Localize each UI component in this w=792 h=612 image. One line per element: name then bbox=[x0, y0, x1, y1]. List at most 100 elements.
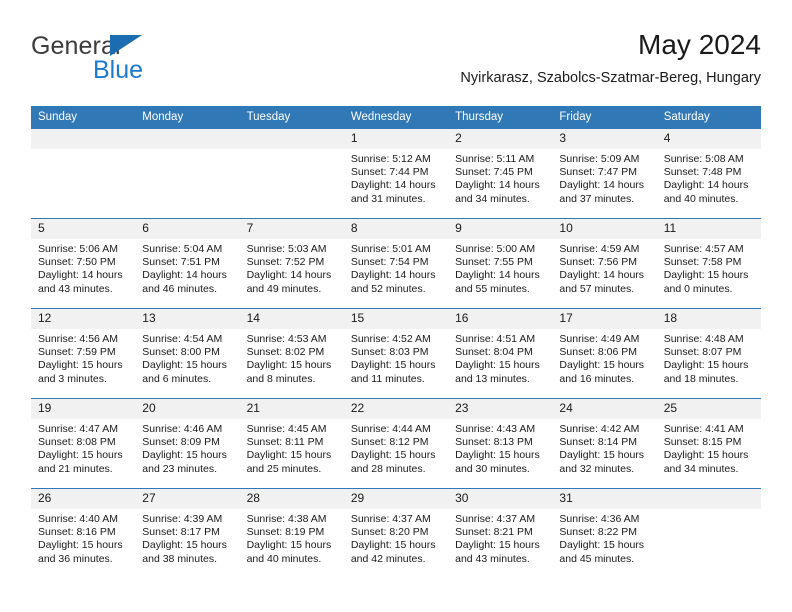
calendar-day-cell[interactable]: 23 Sunrise: 4:43 AM Sunset: 8:13 PM Dayligh… bbox=[448, 399, 553, 488]
daylight-text-line1: Daylight: 15 hours bbox=[663, 269, 749, 282]
sunrise-text: Sunrise: 4:45 AM bbox=[246, 423, 327, 435]
calendar-day-cell[interactable]: 19 Sunrise: 4:47 AM Sunset: 8:08 PM Dayligh… bbox=[31, 399, 136, 488]
sunset-text: Sunset: 8:08 PM bbox=[38, 436, 116, 449]
calendar-day-cell[interactable]: 20 Sunrise: 4:46 AM Sunset: 8:09 PM Dayligh… bbox=[135, 399, 240, 488]
day-number: 26 bbox=[31, 489, 136, 509]
calendar-day-cell[interactable]: 10 Sunrise: 4:59 AM Sunset: 7:56 PM Dayligh… bbox=[552, 219, 657, 308]
daylight-text-line2: and 11 minutes. bbox=[350, 372, 425, 385]
day-number: 13 bbox=[135, 309, 240, 329]
daylight-text-line1: Daylight: 14 hours bbox=[455, 269, 540, 282]
daylight-text-line1: Daylight: 15 hours bbox=[350, 449, 436, 462]
sunrise-text: Sunrise: 4:47 AM bbox=[38, 423, 118, 435]
sunset-text: Sunset: 8:15 PM bbox=[663, 436, 742, 449]
day-number: 5 bbox=[31, 219, 136, 239]
sunrise-text: Sunrise: 4:39 AM bbox=[142, 513, 223, 525]
day-number: 30 bbox=[448, 489, 553, 509]
daylight-text-line1: Daylight: 15 hours bbox=[38, 359, 123, 372]
calendar-day-cell[interactable]: 15 Sunrise: 4:52 AM Sunset: 8:03 PM Dayligh… bbox=[343, 309, 449, 398]
sunset-text: Sunset: 7:51 PM bbox=[142, 256, 220, 269]
sunset-text: Sunset: 8:22 PM bbox=[559, 526, 638, 539]
daylight-text-line2: and 21 minutes. bbox=[38, 462, 113, 475]
calendar-day-cell[interactable]: 5 Sunrise: 5:06 AM Sunset: 7:50 PM Daylight… bbox=[31, 219, 136, 308]
sunrise-text: Sunrise: 4:46 AM bbox=[142, 423, 223, 435]
calendar-day-cell[interactable]: 16 Sunrise: 4:51 AM Sunset: 8:04 PM Dayligh… bbox=[448, 309, 553, 398]
weekday-header-friday: Friday bbox=[552, 106, 657, 129]
daylight-text-line1: Daylight: 15 hours bbox=[142, 449, 227, 462]
daylight-text-line2: and 45 minutes. bbox=[559, 552, 635, 565]
page-subtitle: Nyirkarasz, Szabolcs-Szatmar-Bereg, Hung… bbox=[460, 70, 761, 86]
sunrise-text: Sunrise: 4:51 AM bbox=[455, 333, 536, 345]
day-sun-info: Sunrise: 4:42 AM Sunset: 8:14 PM Daylight:… bbox=[552, 419, 656, 476]
sunset-text: Sunset: 8:19 PM bbox=[246, 526, 325, 539]
calendar-day-cell[interactable]: 31 Sunrise: 4:36 AM Sunset: 8:22 PM Dayligh… bbox=[552, 489, 657, 578]
calendar-day-cell[interactable]: 3 Sunrise: 5:09 AM Sunset: 7:47 PM Daylight… bbox=[552, 129, 657, 218]
daylight-text-line1: Daylight: 15 hours bbox=[246, 359, 332, 372]
sunset-text: Sunset: 7:44 PM bbox=[350, 166, 429, 179]
logo-triangle-icon bbox=[110, 35, 142, 56]
day-number: 23 bbox=[448, 399, 553, 419]
weekday-header-monday: Monday bbox=[135, 106, 240, 129]
calendar-cell-empty bbox=[135, 129, 240, 218]
weekday-header-wednesday: Wednesday bbox=[343, 106, 449, 129]
calendar-day-cell[interactable]: 6 Sunrise: 5:04 AM Sunset: 7:51 PM Daylight… bbox=[135, 219, 240, 308]
calendar-day-cell[interactable]: 2 Sunrise: 5:11 AM Sunset: 7:45 PM Daylight… bbox=[448, 129, 553, 218]
day-number: 27 bbox=[135, 489, 240, 509]
sunrise-text: Sunrise: 5:09 AM bbox=[559, 153, 640, 165]
calendar-day-cell[interactable]: 18 Sunrise: 4:48 AM Sunset: 8:07 PM Dayligh… bbox=[656, 309, 761, 398]
sunset-text: Sunset: 7:59 PM bbox=[38, 346, 116, 359]
calendar-day-cell[interactable]: 29 Sunrise: 4:37 AM Sunset: 8:20 PM Dayligh… bbox=[343, 489, 449, 578]
title-block: May 2024 Nyirkarasz, Szabolcs-Szatmar-Be… bbox=[460, 28, 761, 88]
calendar-day-cell[interactable]: 27 Sunrise: 4:39 AM Sunset: 8:17 PM Dayligh… bbox=[135, 489, 240, 578]
day-number: 25 bbox=[656, 399, 761, 419]
calendar-day-cell[interactable]: 25 Sunrise: 4:41 AM Sunset: 8:15 PM Dayligh… bbox=[656, 399, 761, 488]
daylight-text-line2: and 46 minutes. bbox=[142, 282, 217, 295]
day-sun-info: Sunrise: 4:37 AM Sunset: 8:20 PM Daylight:… bbox=[344, 509, 448, 566]
day-sun-info: Sunrise: 4:39 AM Sunset: 8:17 PM Daylight:… bbox=[135, 509, 239, 566]
calendar-day-cell[interactable]: 7 Sunrise: 5:03 AM Sunset: 7:52 PM Daylight… bbox=[239, 219, 344, 308]
calendar-day-cell[interactable]: 17 Sunrise: 4:49 AM Sunset: 8:06 PM Dayligh… bbox=[552, 309, 657, 398]
day-number: 16 bbox=[448, 309, 553, 329]
sunrise-text: Sunrise: 5:01 AM bbox=[350, 243, 431, 255]
weekday-header-sunday: Sunday bbox=[31, 106, 136, 129]
day-number: 19 bbox=[31, 399, 136, 419]
calendar-day-cell[interactable]: 30 Sunrise: 4:37 AM Sunset: 8:21 PM Dayligh… bbox=[448, 489, 553, 578]
daylight-text-line2: and 40 minutes. bbox=[663, 192, 739, 205]
day-sun-info: Sunrise: 4:49 AM Sunset: 8:06 PM Daylight:… bbox=[552, 329, 656, 386]
daylight-text-line2: and 31 minutes. bbox=[350, 192, 426, 205]
calendar-week-row: 19 Sunrise: 4:47 AM Sunset: 8:08 PM Dayligh… bbox=[31, 398, 761, 489]
calendar-day-cell[interactable]: 9 Sunrise: 5:00 AM Sunset: 7:55 PM Daylight… bbox=[448, 219, 553, 308]
calendar-day-cell[interactable]: 28 Sunrise: 4:38 AM Sunset: 8:19 PM Dayligh… bbox=[239, 489, 344, 578]
calendar-day-cell[interactable]: 12 Sunrise: 4:56 AM Sunset: 7:59 PM Dayligh… bbox=[31, 309, 136, 398]
sunset-text: Sunset: 8:09 PM bbox=[142, 436, 220, 449]
calendar-day-cell[interactable]: 4 Sunrise: 5:08 AM Sunset: 7:48 PM Daylight… bbox=[656, 129, 761, 218]
calendar-day-cell[interactable]: 1 Sunrise: 5:12 AM Sunset: 7:44 PM Daylight… bbox=[343, 129, 449, 218]
daylight-text-line2: and 37 minutes. bbox=[559, 192, 635, 205]
sunrise-sunset-calendar: Sunday Monday Tuesday Wednesday Thursday Frid… bbox=[31, 106, 761, 578]
daylight-text-line2: and 23 minutes. bbox=[142, 462, 217, 475]
daylight-text-line2: and 34 minutes. bbox=[663, 462, 739, 475]
general-blue-logo[interactable]: General Blue bbox=[31, 32, 261, 94]
daylight-text-line2: and 16 minutes. bbox=[559, 372, 635, 385]
daylight-text-line1: Daylight: 14 hours bbox=[350, 179, 436, 192]
calendar-day-cell[interactable]: 24 Sunrise: 4:42 AM Sunset: 8:14 PM Dayligh… bbox=[552, 399, 657, 488]
daylight-text-line2: and 38 minutes. bbox=[142, 552, 217, 565]
daylight-text-line1: Daylight: 15 hours bbox=[455, 539, 540, 552]
sunrise-text: Sunrise: 4:53 AM bbox=[246, 333, 327, 345]
calendar-day-cell[interactable]: 26 Sunrise: 4:40 AM Sunset: 8:16 PM Dayligh… bbox=[31, 489, 136, 578]
sunrise-text: Sunrise: 4:43 AM bbox=[455, 423, 536, 435]
day-number: 18 bbox=[656, 309, 761, 329]
calendar-day-cell[interactable]: 8 Sunrise: 5:01 AM Sunset: 7:54 PM Daylight… bbox=[343, 219, 449, 308]
daylight-text-line1: Daylight: 14 hours bbox=[38, 269, 123, 282]
calendar-day-cell[interactable]: 11 Sunrise: 4:57 AM Sunset: 7:58 PM Dayligh… bbox=[656, 219, 761, 308]
daylight-text-line1: Daylight: 15 hours bbox=[350, 359, 436, 372]
day-sun-info: Sunrise: 5:08 AM Sunset: 7:48 PM Daylight:… bbox=[657, 149, 761, 206]
day-number: 6 bbox=[135, 219, 240, 239]
calendar-day-cell[interactable]: 21 Sunrise: 4:45 AM Sunset: 8:11 PM Dayligh… bbox=[239, 399, 344, 488]
calendar-day-cell[interactable]: 14 Sunrise: 4:53 AM Sunset: 8:02 PM Dayligh… bbox=[239, 309, 344, 398]
calendar-day-cell[interactable]: 22 Sunrise: 4:44 AM Sunset: 8:12 PM Dayligh… bbox=[343, 399, 449, 488]
calendar-day-cell[interactable]: 13 Sunrise: 4:54 AM Sunset: 8:00 PM Dayligh… bbox=[135, 309, 240, 398]
day-number: 9 bbox=[448, 219, 553, 239]
sunrise-text: Sunrise: 5:11 AM bbox=[455, 153, 535, 165]
day-sun-info: Sunrise: 4:53 AM Sunset: 8:02 PM Daylight:… bbox=[240, 329, 344, 386]
daylight-text-line2: and 43 minutes. bbox=[38, 282, 113, 295]
